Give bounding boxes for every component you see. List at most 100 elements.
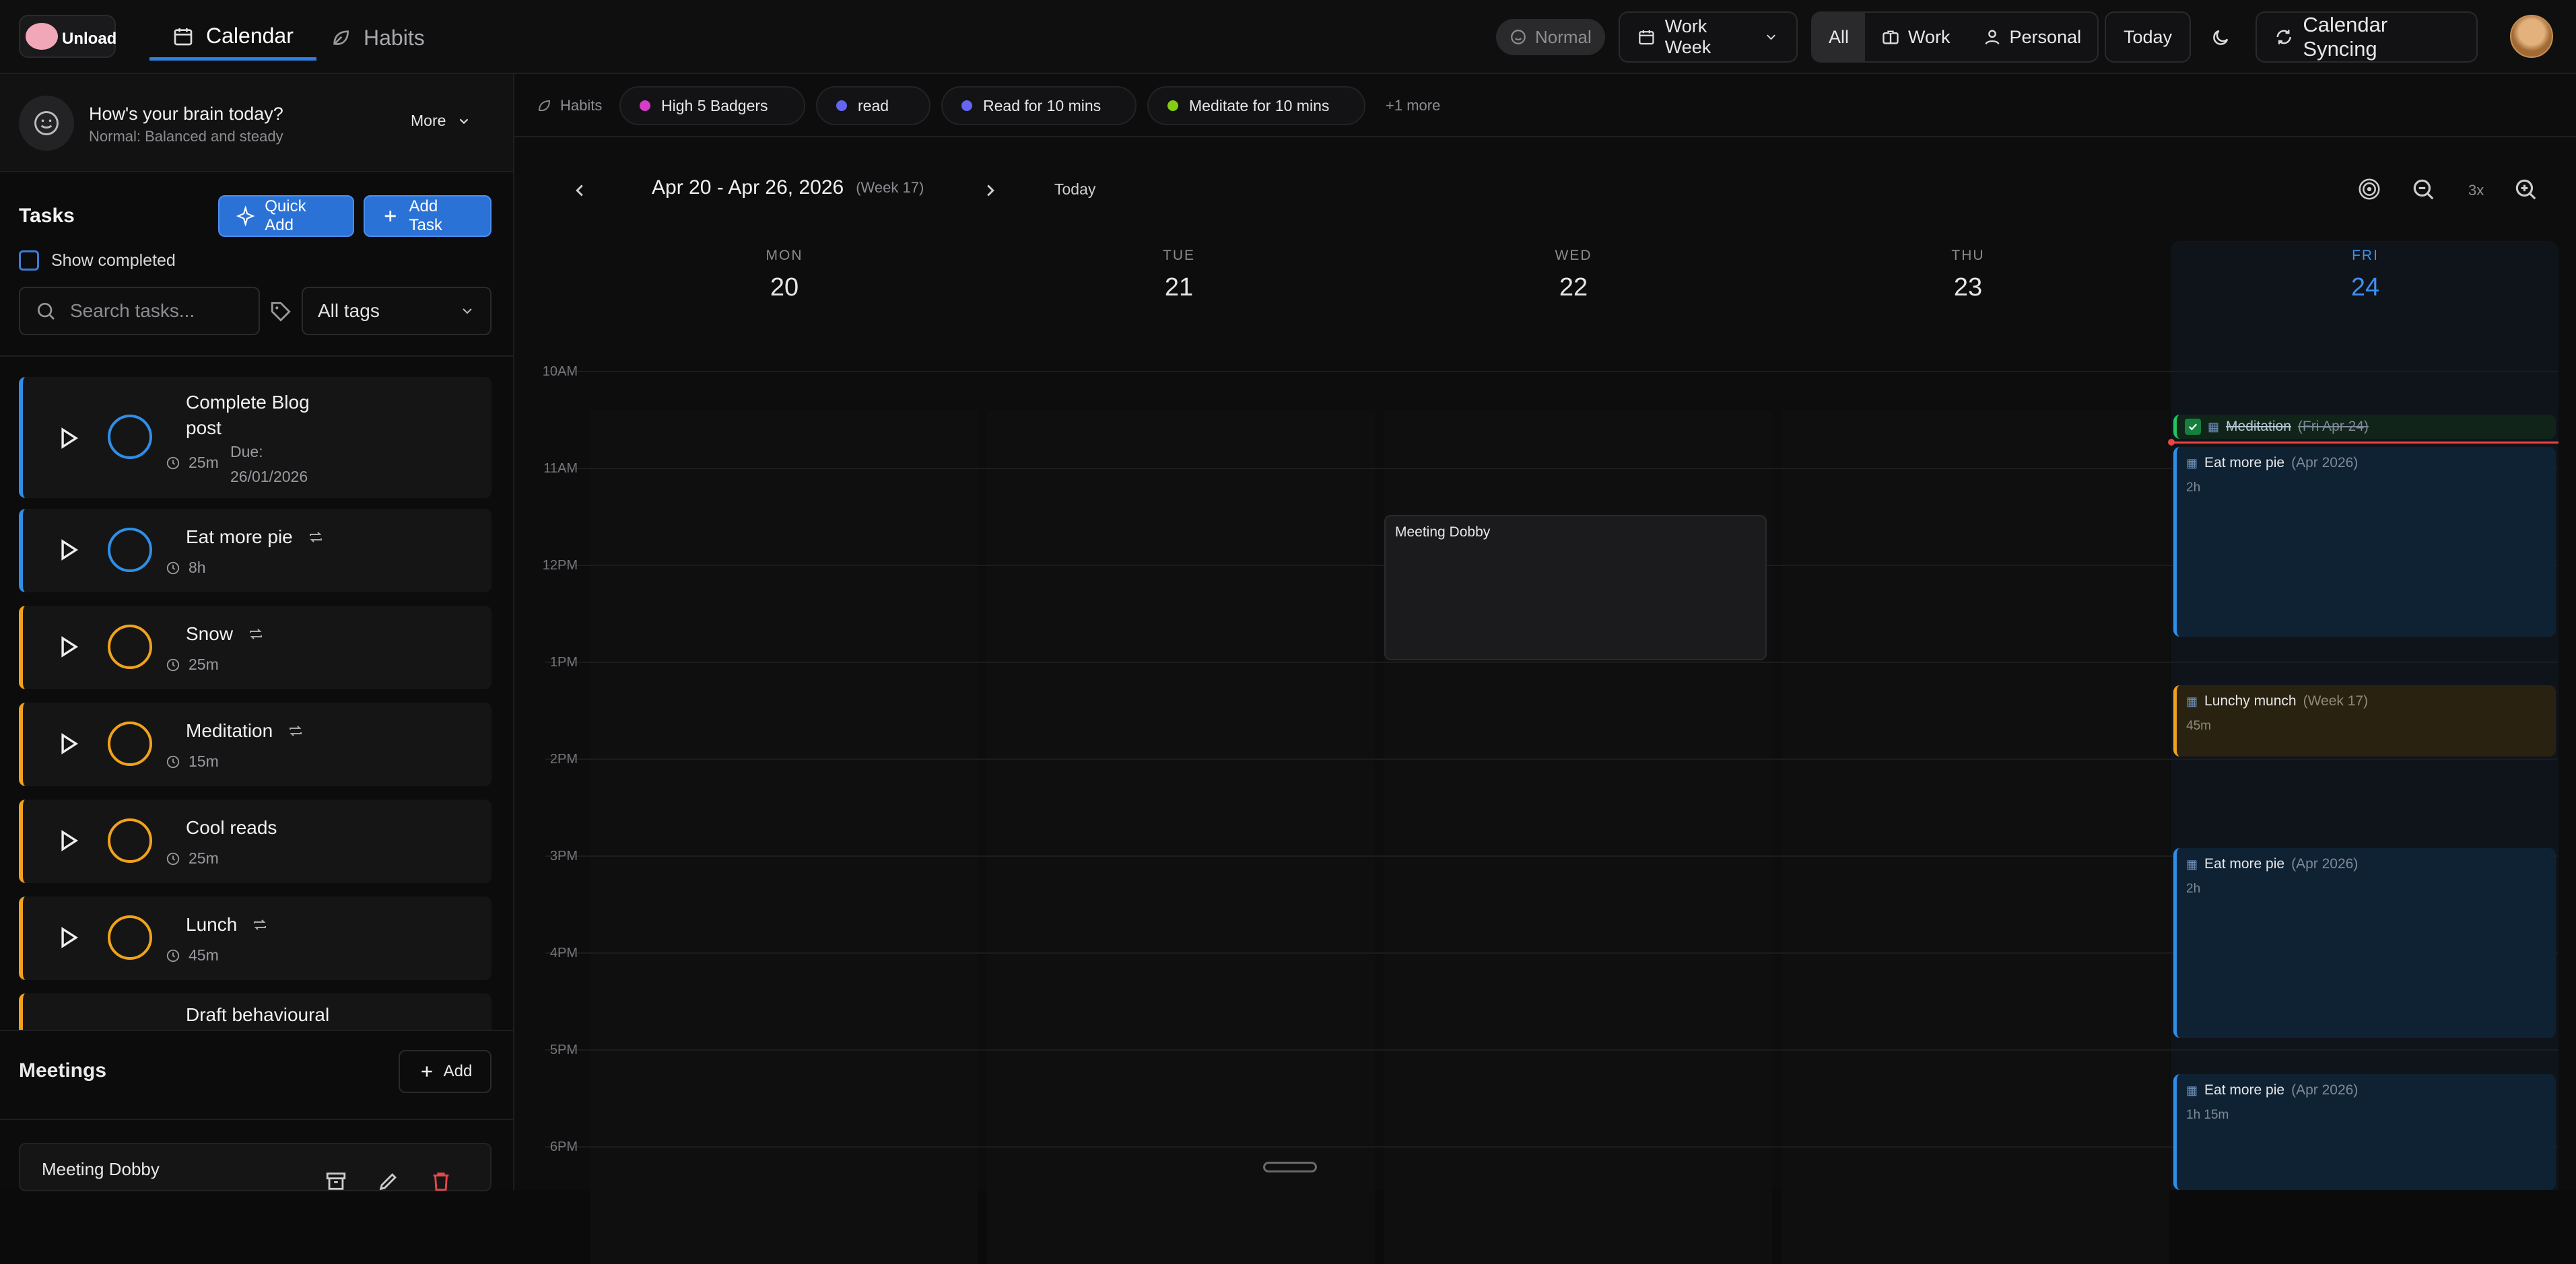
- day-header-tue[interactable]: TUE 21: [984, 248, 1374, 302]
- day-column[interactable]: [987, 411, 1375, 1264]
- quick-add-button[interactable]: Quick Add: [218, 195, 354, 237]
- play-icon[interactable]: [59, 926, 79, 949]
- view-select[interactable]: Work Week: [1619, 11, 1798, 63]
- task-complete-circle[interactable]: [108, 915, 152, 960]
- task-complete-circle[interactable]: [108, 528, 152, 572]
- task-due: Due: 26/01/2026: [230, 443, 308, 486]
- hour-line: [545, 662, 2558, 663]
- habit-chip[interactable]: High 5 Badgers: [619, 86, 805, 125]
- filter-personal[interactable]: Personal: [1967, 13, 2098, 61]
- tab-calendar-label: Calendar: [206, 24, 294, 48]
- add-meeting-button[interactable]: Add: [399, 1050, 492, 1093]
- week-number: (Week 17): [856, 179, 924, 196]
- avatar[interactable]: [2510, 15, 2553, 58]
- tasks-title: Tasks: [19, 205, 75, 227]
- meeting-item[interactable]: Meeting Dobby: [19, 1143, 492, 1191]
- task-complete-circle[interactable]: [108, 722, 152, 766]
- day-column[interactable]: [1782, 411, 2169, 1264]
- tab-habits[interactable]: Habits: [307, 15, 448, 61]
- task-list: Complete Blog post 25m Due: 26/01/2026 E…: [0, 377, 513, 1108]
- habit-chip[interactable]: read: [816, 86, 930, 125]
- day-header-wed[interactable]: WED 22: [1379, 248, 1768, 302]
- task-card[interactable]: Snow 25m: [19, 606, 492, 689]
- tab-calendar[interactable]: Calendar: [149, 15, 316, 61]
- play-icon[interactable]: [59, 427, 79, 450]
- search-tasks-input[interactable]: Search tasks...: [19, 287, 260, 335]
- quick-add-label: Quick Add: [265, 197, 306, 234]
- view-select-label: Work Week: [1664, 16, 1711, 57]
- event-title: Eat more pie: [2204, 455, 2285, 470]
- brain-question: How's your brain today?: [89, 104, 283, 124]
- day-header-mon[interactable]: MON 20: [590, 248, 979, 302]
- brain-mood-icon-wrap[interactable]: [19, 96, 74, 151]
- play-icon[interactable]: [59, 829, 79, 852]
- day-number: 22: [1559, 273, 1588, 302]
- resize-handle[interactable]: [1263, 1162, 1317, 1172]
- zoom-in-icon[interactable]: [2513, 176, 2538, 202]
- trash-icon[interactable]: [430, 1170, 452, 1193]
- habits-label-text: Habits: [560, 97, 603, 114]
- event-subtitle: (Apr 2026): [2291, 856, 2359, 872]
- mood-badge[interactable]: Normal: [1496, 19, 1605, 55]
- task-complete-circle[interactable]: [108, 818, 152, 863]
- calendar-sync-button[interactable]: Calendar Syncing: [2256, 11, 2478, 63]
- task-title: Complete Blog: [186, 392, 310, 413]
- task-card[interactable]: Meditation 15m: [19, 703, 492, 786]
- brain-more-button[interactable]: More: [411, 112, 471, 130]
- add-task-button[interactable]: Add Task: [364, 195, 492, 237]
- archive-icon[interactable]: [325, 1170, 347, 1193]
- target-icon[interactable]: [2357, 176, 2382, 202]
- day-name: TUE: [1163, 248, 1195, 263]
- chevron-right-icon[interactable]: [980, 180, 1001, 201]
- habit-chip[interactable]: Meditate for 10 mins: [1147, 86, 1365, 125]
- edit-icon[interactable]: [377, 1170, 400, 1193]
- task-title: Eat more pie: [186, 526, 293, 547]
- today-button[interactable]: Today: [2105, 11, 2192, 63]
- calendar-sync-label: Calendar Syncing: [2303, 13, 2388, 61]
- day-column[interactable]: [590, 411, 978, 1264]
- event-meeting-dobby[interactable]: Meeting Dobby: [1384, 515, 1767, 660]
- event-title: Eat more pie: [2204, 856, 2285, 872]
- day-header-thu[interactable]: THU 23: [1773, 248, 2163, 302]
- app-logo[interactable]: Unload: [19, 15, 116, 58]
- hour-label: 10AM: [542, 364, 578, 379]
- task-card[interactable]: Complete Blog post 25m Due: 26/01/2026: [19, 377, 492, 498]
- task-complete-circle[interactable]: [108, 415, 152, 459]
- task-complete-circle[interactable]: [108, 625, 152, 669]
- task-card[interactable]: Cool reads 25m: [19, 800, 492, 883]
- event-lunchy-munch[interactable]: ▦ Lunchy munch (Week 17) 45m: [2173, 685, 2556, 757]
- event-meditation[interactable]: ▦ Meditation (Fri Apr 24): [2173, 415, 2556, 439]
- event-eat-more-pie[interactable]: ▦ Eat more pie (Apr 2026) 2h: [2173, 848, 2556, 1038]
- chevron-left-icon[interactable]: [570, 180, 590, 201]
- add-meeting-label: Add: [443, 1062, 473, 1080]
- filter-all[interactable]: All: [1812, 13, 1866, 61]
- task-card[interactable]: Eat more pie 8h: [19, 509, 492, 592]
- show-completed-checkbox[interactable]: [19, 250, 39, 271]
- theme-toggle[interactable]: [2202, 19, 2239, 57]
- task-card[interactable]: Lunch 45m: [19, 897, 492, 980]
- event-eat-more-pie[interactable]: ▦ Eat more pie (Apr 2026) 1h 15m: [2173, 1074, 2556, 1190]
- day-header-fri[interactable]: FRI 24: [2171, 248, 2560, 302]
- play-icon[interactable]: [59, 635, 79, 658]
- play-icon[interactable]: [59, 538, 79, 561]
- habit-chip[interactable]: Read for 10 mins: [941, 86, 1137, 125]
- filter-all-label: All: [1829, 26, 1850, 47]
- day-name: WED: [1555, 248, 1592, 263]
- chevron-down-icon: [460, 118, 469, 124]
- habits-more-link[interactable]: +1 more: [1386, 97, 1440, 114]
- show-completed-toggle[interactable]: Show completed: [19, 250, 176, 271]
- tags-select[interactable]: All tags: [302, 287, 492, 335]
- filter-work[interactable]: Work: [1865, 13, 1967, 61]
- habit-chip-label: read: [858, 96, 889, 114]
- tab-habits-label: Habits: [364, 25, 425, 50]
- calendar-today-button[interactable]: Today: [1054, 180, 1095, 199]
- calendar-icon: [1639, 30, 1654, 45]
- repeat-icon: [250, 629, 263, 639]
- play-icon[interactable]: [59, 732, 79, 755]
- zoom-out-icon[interactable]: [2410, 176, 2436, 202]
- event-title: Meeting Dobby: [1395, 524, 1491, 540]
- event-eat-more-pie[interactable]: ▦ Eat more pie (Apr 2026) 2h: [2173, 447, 2556, 637]
- task-title: Meditation: [186, 720, 273, 741]
- check-icon[interactable]: [2185, 419, 2201, 435]
- show-completed-label: Show completed: [51, 250, 176, 270]
